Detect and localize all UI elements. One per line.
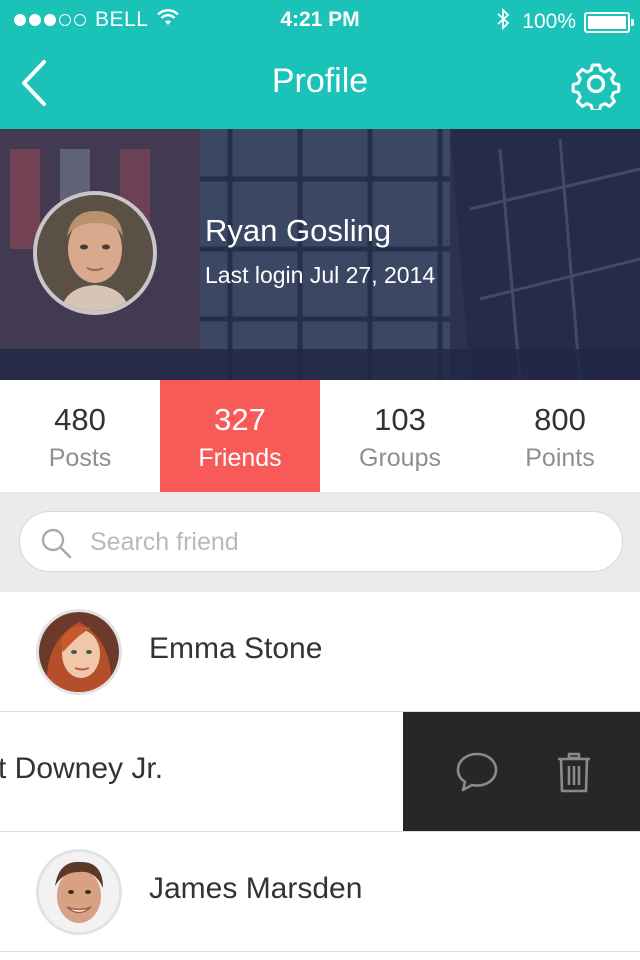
- stat-label: Friends: [198, 444, 282, 472]
- chat-bubble-icon: [456, 752, 498, 792]
- profile-avatar: [33, 191, 157, 315]
- stat-posts[interactable]: 480 Posts: [0, 380, 160, 492]
- search-input[interactable]: [90, 522, 590, 562]
- list-item[interactable]: James Marsden: [0, 832, 640, 952]
- stat-value: 480: [54, 402, 106, 437]
- friend-name: James Marsden: [149, 872, 363, 905]
- stat-value: 103: [374, 402, 426, 437]
- gear-icon: [571, 63, 621, 113]
- stat-label: Groups: [359, 444, 441, 472]
- header: BELL 4:21 PM 100% Profile: [0, 0, 640, 129]
- search-section: [0, 492, 640, 592]
- trash-icon: [558, 752, 590, 793]
- swipe-actions: [403, 712, 640, 831]
- last-login-text: Last login Jul 27, 2014: [205, 262, 436, 288]
- list-item-swiped[interactable]: t Downey Jr.: [0, 712, 640, 832]
- stat-label: Posts: [48, 444, 112, 472]
- stat-friends[interactable]: 327 Friends: [160, 380, 320, 492]
- nav-bar: Profile: [0, 40, 640, 129]
- friends-list: Emma Stone t Downey Jr. James Marsden: [0, 592, 640, 952]
- status-right: 100%: [496, 7, 634, 36]
- list-item[interactable]: Emma Stone: [0, 592, 640, 712]
- friend-avatar: [36, 609, 122, 695]
- stat-groups[interactable]: 103 Groups: [320, 380, 480, 492]
- stat-value: 327: [214, 402, 266, 437]
- message-button[interactable]: [453, 748, 501, 796]
- friend-name: Emma Stone: [149, 632, 323, 665]
- stat-points[interactable]: 800 Points: [480, 380, 640, 492]
- friend-name: t Downey Jr.: [0, 752, 164, 785]
- stat-value: 800: [534, 402, 586, 437]
- friend-avatar: [36, 849, 122, 935]
- bluetooth-icon: [496, 7, 510, 36]
- profile-banner: Ryan Gosling Last login Jul 27, 2014: [0, 129, 640, 380]
- status-bar: BELL 4:21 PM 100%: [0, 0, 640, 40]
- search-box[interactable]: [19, 511, 623, 572]
- settings-button[interactable]: [570, 58, 622, 113]
- delete-button[interactable]: [550, 748, 598, 796]
- stat-label: Points: [525, 444, 595, 472]
- battery-icon: [584, 11, 634, 33]
- page-title: Profile: [271, 62, 369, 100]
- search-icon: [41, 528, 72, 559]
- battery-percent: 100%: [522, 10, 576, 33]
- profile-name: Ryan Gosling: [205, 213, 392, 248]
- stats-bar: 480 Posts 327 Friends 103 Groups 800 Poi…: [0, 380, 640, 492]
